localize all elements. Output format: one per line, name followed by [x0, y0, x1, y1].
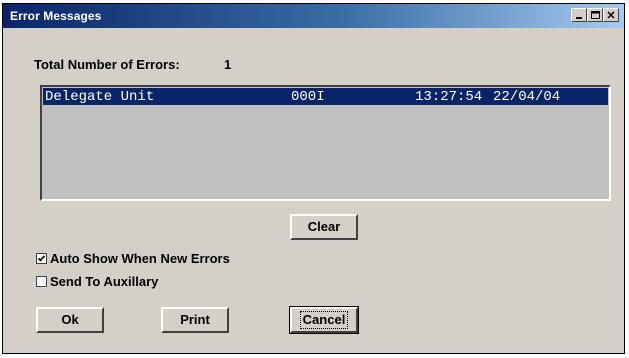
title-bar[interactable]: Error Messages [3, 4, 624, 28]
auto-show-checkbox[interactable] [36, 253, 47, 264]
clear-button[interactable]: Clear [290, 214, 358, 240]
auto-show-label: Auto Show When New Errors [50, 251, 230, 266]
send-aux-label: Send To Auxillary [50, 274, 159, 289]
send-aux-option[interactable]: Send To Auxillary [36, 274, 158, 289]
ok-button[interactable]: Ok [36, 307, 104, 333]
auto-show-option[interactable]: Auto Show When New Errors [36, 251, 230, 266]
print-button[interactable]: Print [161, 307, 229, 333]
error-source: Delegate Unit [45, 89, 155, 105]
send-aux-checkbox[interactable] [36, 276, 47, 287]
total-errors-label: Total Number of Errors: [34, 57, 180, 72]
total-errors-count: 1 [224, 57, 232, 72]
maximize-icon[interactable] [587, 8, 603, 22]
cancel-button[interactable]: Cancel [289, 306, 359, 334]
error-time: 13:27:54 [415, 89, 483, 105]
cancel-label: Cancel [299, 311, 349, 329]
error-row[interactable]: Delegate Unit 000I 13:27:54 22/04/04 [43, 88, 608, 105]
error-messages-window: Error Messages Total Number of Errors: 1… [2, 3, 625, 354]
window-title: Error Messages [10, 9, 102, 23]
window-controls [571, 8, 619, 22]
error-list[interactable]: Delegate Unit 000I 13:27:54 22/04/04 [40, 85, 611, 201]
minimize-icon[interactable] [571, 8, 587, 22]
error-code: 000I [291, 89, 325, 105]
close-icon[interactable] [603, 8, 619, 22]
error-date: 22/04/04 [493, 89, 561, 105]
